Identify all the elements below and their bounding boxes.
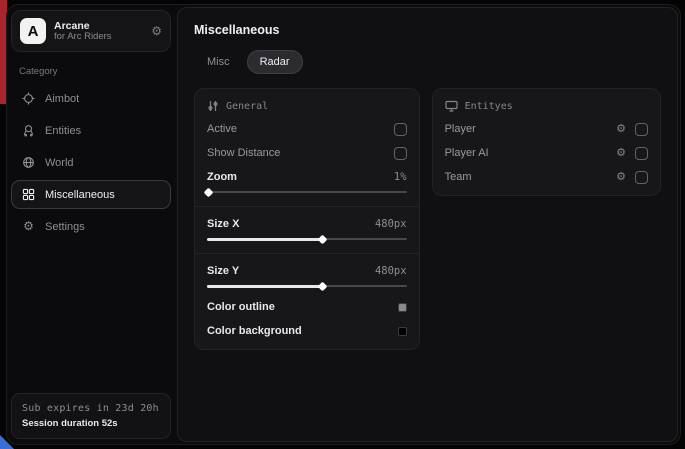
globe-icon xyxy=(22,156,35,169)
slider-value: 1% xyxy=(394,171,407,183)
category-label: Category xyxy=(19,66,171,77)
toggle-row-active: Active xyxy=(207,122,407,136)
crosshair-icon xyxy=(22,92,35,105)
sidebar-item-label: Miscellaneous xyxy=(45,189,115,201)
size-x-slider[interactable] xyxy=(207,235,407,243)
session-duration-text: Session duration 52s xyxy=(22,418,160,429)
toggle-label: Active xyxy=(207,123,237,135)
entity-label: Team xyxy=(445,171,472,183)
slider-thumb[interactable] xyxy=(204,187,214,197)
sidebar-nav: Aimbot Entities World Miscellaneous xyxy=(11,81,171,241)
slider-row-zoom: Zoom 1% xyxy=(207,170,407,184)
app-subtitle: for Arc Riders xyxy=(54,32,143,43)
divider xyxy=(195,253,419,254)
slider-row-size-x: Size X 480px xyxy=(207,217,407,231)
active-checkbox[interactable] xyxy=(394,123,407,136)
sidebar-item-world[interactable]: World xyxy=(11,148,171,177)
sidebar-item-miscellaneous[interactable]: Miscellaneous xyxy=(11,180,171,209)
gear-icon: ⚙ xyxy=(22,220,35,233)
general-panel: General Active Show Distance Zoom 1% xyxy=(194,88,420,350)
slider-label: Size Y xyxy=(207,265,239,277)
player-ai-settings-icon[interactable]: ⚙ xyxy=(616,147,626,160)
app-window: A Arcane for Arc Riders ⚙ Category Aimbo… xyxy=(6,4,681,445)
entity-row-player-ai: Player AI ⚙ xyxy=(445,146,648,160)
color-background-swatch[interactable] xyxy=(398,327,407,336)
entity-row-player: Player ⚙ xyxy=(445,122,648,136)
sidebar-item-settings[interactable]: ⚙ Settings xyxy=(11,212,171,241)
sidebar-item-label: World xyxy=(45,157,74,169)
entity-controls: ⚙ xyxy=(616,147,648,160)
sidebar-item-label: Settings xyxy=(45,221,85,233)
sidebar-item-entities[interactable]: Entities xyxy=(11,116,171,145)
slider-label: Size X xyxy=(207,218,239,230)
color-row-background: Color background xyxy=(207,324,407,338)
entity-controls: ⚙ xyxy=(616,123,648,136)
size-y-slider[interactable] xyxy=(207,282,407,290)
entities-panel-header: Entityes xyxy=(445,100,648,112)
app-logo: A xyxy=(20,18,46,44)
slider-thumb[interactable] xyxy=(317,281,327,291)
team-settings-icon[interactable]: ⚙ xyxy=(616,171,626,184)
profile-card: A Arcane for Arc Riders ⚙ xyxy=(11,10,171,52)
entities-panel: Entityes Player ⚙ Player AI ⚙ xyxy=(432,88,661,196)
profile-settings-icon[interactable]: ⚙ xyxy=(151,24,162,38)
color-row-outline: Color outline xyxy=(207,300,407,314)
slider-fill xyxy=(207,285,323,288)
sliders-icon xyxy=(207,100,219,112)
app-name: Arcane xyxy=(54,20,143,32)
entity-label: Player AI xyxy=(445,147,489,159)
sub-expires-text: Sub expires in 23d 20h xyxy=(22,403,160,414)
slider-track xyxy=(207,191,407,193)
tab-misc[interactable]: Misc xyxy=(194,50,243,74)
grid-icon xyxy=(22,188,35,201)
team-checkbox[interactable] xyxy=(635,171,648,184)
slider-label: Zoom xyxy=(207,171,237,183)
divider xyxy=(195,206,419,207)
color-label: Color outline xyxy=(207,301,275,313)
tab-radar[interactable]: Radar xyxy=(247,50,303,74)
color-label: Color background xyxy=(207,325,302,337)
panels-row: General Active Show Distance Zoom 1% xyxy=(194,88,661,350)
sidebar-item-label: Entities xyxy=(45,125,81,137)
sidebar-item-aimbot[interactable]: Aimbot xyxy=(11,84,171,113)
show-distance-checkbox[interactable] xyxy=(394,147,407,160)
player-ai-checkbox[interactable] xyxy=(635,147,648,160)
tab-bar: Misc Radar xyxy=(194,50,661,74)
zoom-slider[interactable] xyxy=(207,188,407,196)
general-panel-title: General xyxy=(226,101,268,112)
entities-panel-title: Entityes xyxy=(465,101,513,112)
slider-thumb[interactable] xyxy=(317,234,327,244)
entity-row-team: Team ⚙ xyxy=(445,170,648,184)
main-content: Miscellaneous Misc Radar General Active xyxy=(177,7,678,442)
player-checkbox[interactable] xyxy=(635,123,648,136)
slider-fill xyxy=(207,238,323,241)
slider-value: 480px xyxy=(375,265,407,277)
toggle-label: Show Distance xyxy=(207,147,280,159)
entity-label: Player xyxy=(445,123,476,135)
entity-controls: ⚙ xyxy=(616,171,648,184)
page-title: Miscellaneous xyxy=(194,23,661,37)
slider-value: 480px xyxy=(375,218,407,230)
slider-row-size-y: Size Y 480px xyxy=(207,264,407,278)
entities-icon xyxy=(22,124,35,137)
subscription-card: Sub expires in 23d 20h Session duration … xyxy=(11,393,171,439)
profile-meta: Arcane for Arc Riders xyxy=(54,20,143,43)
general-panel-header: General xyxy=(207,100,407,112)
slider-fill xyxy=(207,191,209,194)
sidebar: A Arcane for Arc Riders ⚙ Category Aimbo… xyxy=(7,5,175,444)
sidebar-item-label: Aimbot xyxy=(45,93,79,105)
color-outline-swatch[interactable] xyxy=(398,303,407,312)
toggle-row-show-distance: Show Distance xyxy=(207,146,407,160)
monitor-icon xyxy=(445,100,458,112)
player-settings-icon[interactable]: ⚙ xyxy=(616,123,626,136)
